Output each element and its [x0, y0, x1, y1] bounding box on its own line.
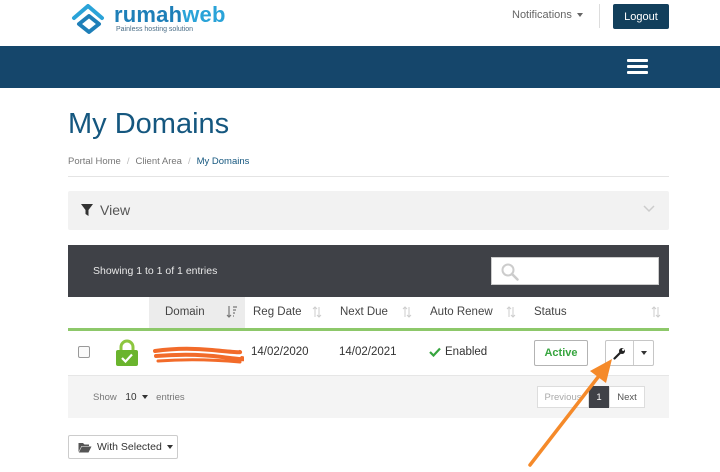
next-due: 14/02/2021: [339, 346, 397, 358]
brand-name-part-a: rumah: [114, 2, 183, 27]
notifications-dropdown[interactable]: Notifications: [512, 9, 583, 21]
column-reg-date-label: Reg Date: [253, 306, 302, 318]
header-divider: [599, 4, 600, 28]
show-label: Show: [93, 392, 117, 403]
search-input[interactable]: [524, 262, 654, 280]
column-reg-date[interactable]: Reg Date: [253, 297, 302, 328]
sort-icon: [651, 306, 661, 318]
brand-name-part-b: web: [182, 2, 226, 27]
page-title: My Domains: [68, 108, 230, 140]
breadcrumb-client-area[interactable]: Client Area: [135, 156, 181, 167]
table-search[interactable]: [491, 257, 659, 285]
column-domain-label: Domain: [165, 306, 205, 318]
manage-dropdown-toggle[interactable]: [634, 341, 654, 365]
table-info: Showing 1 to 1 of 1 entries: [93, 265, 218, 277]
breadcrumb-my-domains: My Domains: [196, 156, 250, 167]
hamburger-icon[interactable]: [627, 59, 648, 75]
top-header: rumahweb Painless hosting solution Notif…: [0, 0, 720, 46]
column-next-due-label: Next Due: [340, 306, 388, 318]
column-domain[interactable]: Domain: [149, 297, 245, 328]
caret-down-icon: [141, 395, 148, 400]
breadcrumb-portal-home[interactable]: Portal Home: [68, 156, 121, 167]
chevron-down-icon[interactable]: [643, 204, 655, 214]
checkmark-icon: [429, 347, 441, 357]
entries-label: entries: [156, 392, 185, 403]
sort-icon: [506, 306, 516, 318]
main-navbar: [0, 46, 720, 88]
column-auto-renew[interactable]: Auto Renew: [430, 297, 493, 328]
page-size-value: 10: [125, 392, 137, 403]
with-selected-button[interactable]: With Selected: [68, 435, 178, 459]
reg-date: 14/02/2020: [251, 346, 309, 358]
sort-asc-icon: [226, 306, 237, 318]
brand-tagline: Painless hosting solution: [116, 26, 194, 33]
column-status-label: Status: [534, 306, 567, 318]
search-icon: [501, 263, 519, 281]
column-status[interactable]: Status: [534, 297, 567, 328]
sort-icon: [312, 306, 322, 318]
page-size-control: Show 10 entries: [93, 392, 185, 403]
caret-down-icon: [166, 445, 173, 449]
page-size-select[interactable]: 10: [123, 392, 149, 403]
filter-icon: [81, 204, 93, 216]
breadcrumb-divider: [68, 176, 669, 177]
redaction-scribble: [153, 346, 244, 364]
row-checkbox[interactable]: [78, 346, 90, 358]
brand-logo[interactable]: rumahweb Painless hosting solution: [68, 2, 238, 38]
brand-name: rumahweb: [114, 2, 226, 28]
view-panel-label: View: [100, 202, 131, 218]
auto-renew-value: Enabled: [445, 346, 488, 358]
caret-down-icon: [641, 351, 647, 355]
view-panel[interactable]: View: [68, 191, 669, 230]
caret-down-icon: [576, 13, 583, 18]
sort-icon: [402, 306, 412, 318]
annotation-arrow: [528, 359, 612, 467]
table-header-row: Domain Reg Date Next Due Auto Renew Stat…: [68, 297, 669, 328]
with-selected-label: With Selected: [97, 441, 162, 453]
lock-icon: [116, 339, 138, 366]
logout-button[interactable]: Logout: [613, 4, 669, 29]
notifications-label: Notifications: [512, 9, 572, 21]
breadcrumb: Portal Home / Client Area / My Domains: [68, 156, 250, 167]
table-toolbar: Showing 1 to 1 of 1 entries: [68, 245, 669, 297]
folder-open-icon: [78, 442, 92, 452]
column-next-due[interactable]: Next Due: [340, 297, 388, 328]
logo-icon: [72, 4, 104, 34]
column-auto-renew-label: Auto Renew: [430, 306, 493, 318]
